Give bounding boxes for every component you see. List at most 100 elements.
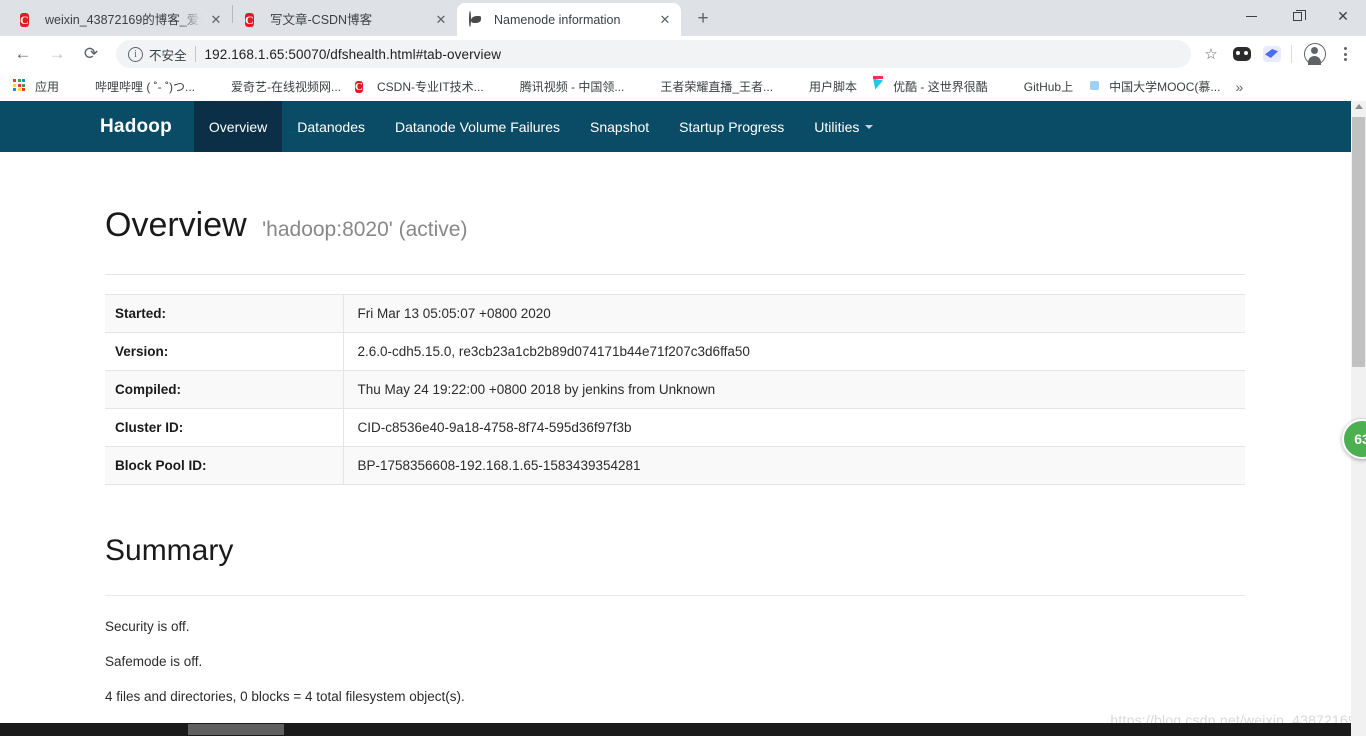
- browser-window: C weixin_43872169的博客_爱冒险 ✕ C 写文章-CSDN博客 …: [0, 0, 1366, 736]
- bookmark-label: 优酷 - 这世界很酷: [893, 80, 988, 94]
- tab-strip: C weixin_43872169的博客_爱冒险 ✕ C 写文章-CSDN博客 …: [0, 0, 1366, 36]
- bookmarks-overflow-icon[interactable]: »: [1229, 79, 1249, 95]
- profile-avatar[interactable]: [1304, 43, 1326, 65]
- table-row: Started: Fri Mar 13 05:05:07 +0800 2020: [105, 294, 1245, 333]
- table-row: Block Pool ID: BP-1758356608-192.168.1.6…: [105, 446, 1245, 485]
- tab-title: Namenode information: [494, 12, 621, 27]
- scrollbar-corner: [1351, 723, 1366, 736]
- row-value: BP-1758356608-192.168.1.65-1583439354281: [357, 458, 641, 473]
- nav-item-utilities[interactable]: Utilities: [799, 101, 888, 152]
- bookmark-bilibili[interactable]: 哔哩哔哩 ( ˚- ˚)つ...: [66, 75, 202, 99]
- nav-item-startup-progress[interactable]: Startup Progress: [664, 101, 799, 152]
- summary-heading: Summary: [105, 534, 234, 567]
- new-tab-button[interactable]: +: [689, 5, 717, 33]
- bookmark-label: GitHub上: [1023, 80, 1074, 94]
- tab-title: 写文章-CSDN博客: [270, 12, 373, 27]
- forward-icon[interactable]: →: [42, 39, 72, 69]
- nav-item-overview[interactable]: Overview: [193, 101, 283, 152]
- scrollbar-thumb[interactable]: [1352, 117, 1365, 367]
- bookmark-label: 用户脚本: [809, 80, 858, 94]
- row-value: Thu May 24 19:22:00 +0800 2018 by jenkin…: [357, 382, 716, 397]
- bookmark-label: 爱奇艺-在线视频网...: [231, 80, 342, 94]
- bookmark-tencent-video[interactable]: 腾讯视频 - 中国领...: [491, 75, 632, 99]
- bookmark-youku[interactable]: 优酷 - 这世界很酷: [864, 75, 995, 99]
- page-viewport: Hadoop Overview Datanodes Datanode Volum…: [0, 101, 1366, 736]
- hadoop-brand[interactable]: Hadoop: [84, 101, 194, 152]
- bookmarks-bar: 应用 哔哩哔哩 ( ˚- ˚)つ... 爱奇艺-在线视频网... C CSDN-…: [0, 72, 1366, 102]
- bookmark-star-icon[interactable]: ☆: [1197, 40, 1225, 68]
- bookmark-iqiyi[interactable]: 爱奇艺-在线视频网...: [202, 75, 348, 99]
- close-icon[interactable]: ✕: [208, 12, 224, 28]
- page-title-subtext: 'hadoop:8020' (active): [262, 218, 468, 241]
- window-controls: ✕: [1228, 0, 1366, 32]
- scroll-up-icon[interactable]: [1355, 104, 1363, 109]
- row-label: Block Pool ID:: [105, 446, 344, 485]
- nav-item-datanode-volume-failures[interactable]: Datanode Volume Failures: [380, 101, 575, 152]
- browser-tab-1[interactable]: C weixin_43872169的博客_爱冒险 ✕: [8, 3, 232, 36]
- csdn-icon: C: [355, 80, 363, 93]
- hadoop-navbar: Hadoop Overview Datanodes Datanode Volum…: [0, 101, 1352, 152]
- bilibili-icon: [73, 79, 89, 95]
- csdn-icon: C: [20, 12, 29, 27]
- table-row: Cluster ID: CID-c8536e40-9a18-4758-8f74-…: [105, 408, 1245, 447]
- mooc-icon: [1087, 79, 1103, 95]
- browser-toolbar: ← → ⟳ i 不安全 192.168.1.65:50070/dfshealth…: [0, 36, 1366, 72]
- back-icon[interactable]: ←: [8, 39, 38, 69]
- row-value: CID-c8536e40-9a18-4758-8f74-595d36f97f3b: [357, 420, 632, 435]
- page-title: Overview 'hadoop:8020' (active): [105, 152, 1282, 245]
- summary-line: Security is off.: [105, 619, 190, 634]
- tencent-video-icon: [498, 79, 514, 95]
- wangzhe-icon: [638, 79, 654, 95]
- close-icon[interactable]: ✕: [657, 12, 673, 28]
- row-label: Started:: [105, 294, 344, 333]
- tab-title: weixin_43872169的博客_爱冒险: [45, 12, 202, 27]
- chevron-down-icon: [865, 124, 874, 129]
- nav-item-snapshot[interactable]: Snapshot: [575, 101, 664, 152]
- bookmark-userscript[interactable]: 用户脚本: [780, 75, 864, 99]
- close-icon[interactable]: ✕: [433, 12, 449, 28]
- maximize-icon[interactable]: [1274, 0, 1320, 32]
- address-bar[interactable]: i 不安全 192.168.1.65:50070/dfshealth.html#…: [116, 40, 1191, 68]
- security-label: 不安全: [149, 48, 187, 63]
- iqiyi-icon: [209, 79, 225, 95]
- horizontal-scrollbar[interactable]: [0, 723, 1351, 736]
- toolbar-divider: [1291, 45, 1292, 63]
- bookmark-label: 王者荣耀直播_王者...: [660, 80, 774, 94]
- extension-icon-2[interactable]: [1259, 41, 1285, 67]
- bookmark-csdn[interactable]: C CSDN-专业IT技术...: [348, 75, 491, 99]
- close-window-icon[interactable]: ✕: [1320, 0, 1366, 32]
- row-value: 2.6.0-cdh5.15.0, re3cb23a1cb2b89d074171b…: [357, 344, 750, 359]
- bookmark-wangzhe[interactable]: 王者荣耀直播_王者...: [631, 75, 780, 99]
- globe-icon: [469, 10, 485, 28]
- browser-tab-2[interactable]: C 写文章-CSDN博客 ✕: [233, 3, 457, 36]
- row-label: Cluster ID:: [105, 408, 344, 447]
- apps-grid-icon: [13, 79, 29, 95]
- page-content: Overview 'hadoop:8020' (active) Started:…: [0, 152, 1366, 736]
- browser-tab-3-active[interactable]: Namenode information ✕: [457, 3, 681, 36]
- bookmark-mooc[interactable]: 中国大学MOOC(慕...: [1080, 75, 1227, 99]
- summary-line: Safemode is off.: [105, 654, 203, 669]
- info-icon[interactable]: i: [128, 46, 143, 62]
- bookmark-label: 应用: [35, 80, 60, 94]
- reload-icon[interactable]: ⟳: [76, 39, 106, 69]
- row-label: Compiled:: [105, 370, 344, 409]
- minimize-icon[interactable]: [1228, 0, 1274, 32]
- overview-table: Started: Fri Mar 13 05:05:07 +0800 2020 …: [105, 294, 1245, 485]
- scrollbar-thumb-horizontal[interactable]: [188, 724, 284, 735]
- omnibox-divider: [194, 46, 196, 62]
- youku-icon: [871, 79, 887, 95]
- table-row: Version: 2.6.0-cdh5.15.0, re3cb23a1cb2b8…: [105, 332, 1245, 371]
- extension-icon-1[interactable]: [1229, 41, 1255, 67]
- summary-divider: [105, 595, 1245, 596]
- bookmark-apps[interactable]: 应用: [6, 75, 66, 99]
- github-icon: [1002, 79, 1018, 95]
- title-divider: [105, 274, 1245, 275]
- menu-icon[interactable]: [1332, 41, 1358, 67]
- bookmark-github[interactable]: GitHub上: [995, 75, 1080, 99]
- nav-item-datanodes[interactable]: Datanodes: [282, 101, 380, 152]
- row-label: Version:: [105, 332, 344, 371]
- bookmark-label: 腾讯视频 - 中国领...: [519, 80, 625, 94]
- table-row: Compiled: Thu May 24 19:22:00 +0800 2018…: [105, 370, 1245, 409]
- nav-item-utilities-label: Utilities: [814, 118, 860, 135]
- bookmark-label: 哔哩哔哩 ( ˚- ˚)つ...: [95, 80, 196, 94]
